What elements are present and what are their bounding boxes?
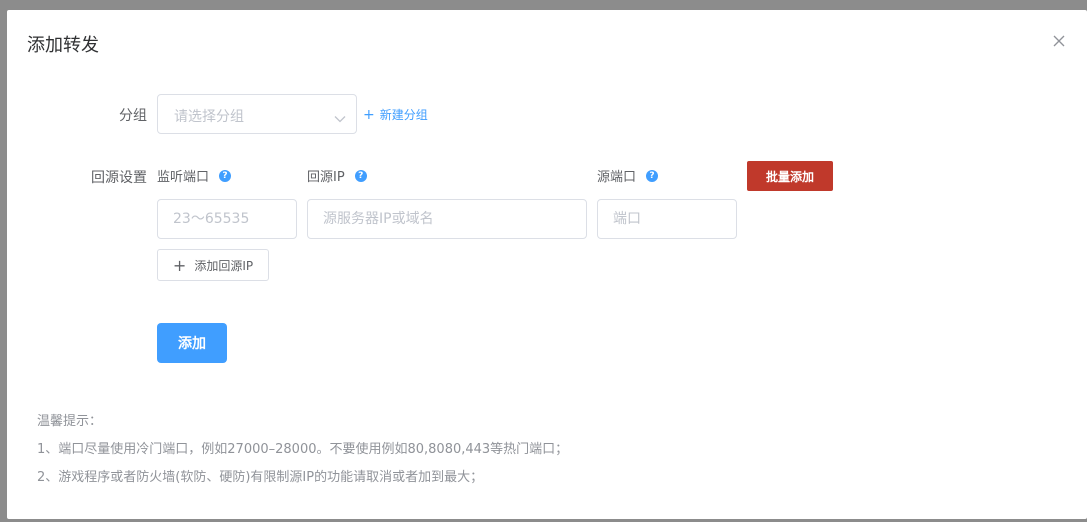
batch-add-button[interactable]: 批量添加 bbox=[747, 161, 833, 191]
origin-port-label: 源端口 bbox=[597, 170, 637, 185]
listen-port-header: 监听端口 ? bbox=[157, 166, 232, 185]
tips-title: 温馨提示： bbox=[37, 414, 103, 429]
origin-ip-header: 回源IP ? bbox=[307, 166, 367, 185]
origin-port-field[interactable] bbox=[598, 200, 736, 238]
add-origin-ip-button[interactable]: + 添加回源IP bbox=[157, 249, 269, 281]
submit-add-button[interactable]: 添加 bbox=[157, 323, 227, 363]
group-select-placeholder: 请选择分组 bbox=[174, 109, 244, 125]
dialog-title: 添加转发 bbox=[27, 35, 99, 56]
origin-ip-field[interactable] bbox=[308, 200, 586, 238]
tips-line-1: 1、端口尽量使用冷门端口，例如27000–28000。不要使用例如80,8080… bbox=[37, 442, 569, 457]
tips-line-2: 2、游戏程序或者防火墙(软防、硬防)有限制源IP的功能请取消或者加到最大； bbox=[37, 470, 484, 485]
origin-port-header: 源端口 ? bbox=[597, 166, 659, 185]
add-forward-dialog: 添加转发 分组 请选择分组 + 新建分组 回源设置 监听端口 ? 回源IP ? … bbox=[7, 10, 1087, 519]
listen-port-label: 监听端口 bbox=[157, 170, 210, 185]
group-select[interactable]: 请选择分组 bbox=[157, 94, 357, 134]
origin-ip-label: 回源IP bbox=[307, 170, 345, 185]
chevron-down-icon bbox=[334, 109, 346, 123]
origin-port-input[interactable] bbox=[597, 199, 737, 239]
origin-settings-label: 回源设置 bbox=[91, 170, 147, 186]
help-icon[interactable]: ? bbox=[354, 169, 367, 182]
origin-ip-input[interactable] bbox=[307, 199, 587, 239]
plus-icon: + bbox=[363, 106, 375, 123]
new-group-label: 新建分组 bbox=[379, 108, 428, 122]
close-icon[interactable] bbox=[1050, 32, 1068, 50]
listen-port-input[interactable] bbox=[157, 199, 297, 239]
listen-port-field[interactable] bbox=[158, 200, 296, 238]
add-origin-ip-label: 添加回源IP bbox=[194, 258, 254, 273]
plus-icon: + bbox=[172, 255, 187, 275]
help-icon[interactable]: ? bbox=[646, 169, 659, 182]
help-icon[interactable]: ? bbox=[219, 169, 232, 182]
new-group-button[interactable]: + 新建分组 bbox=[363, 106, 428, 123]
group-label: 分组 bbox=[119, 108, 147, 124]
